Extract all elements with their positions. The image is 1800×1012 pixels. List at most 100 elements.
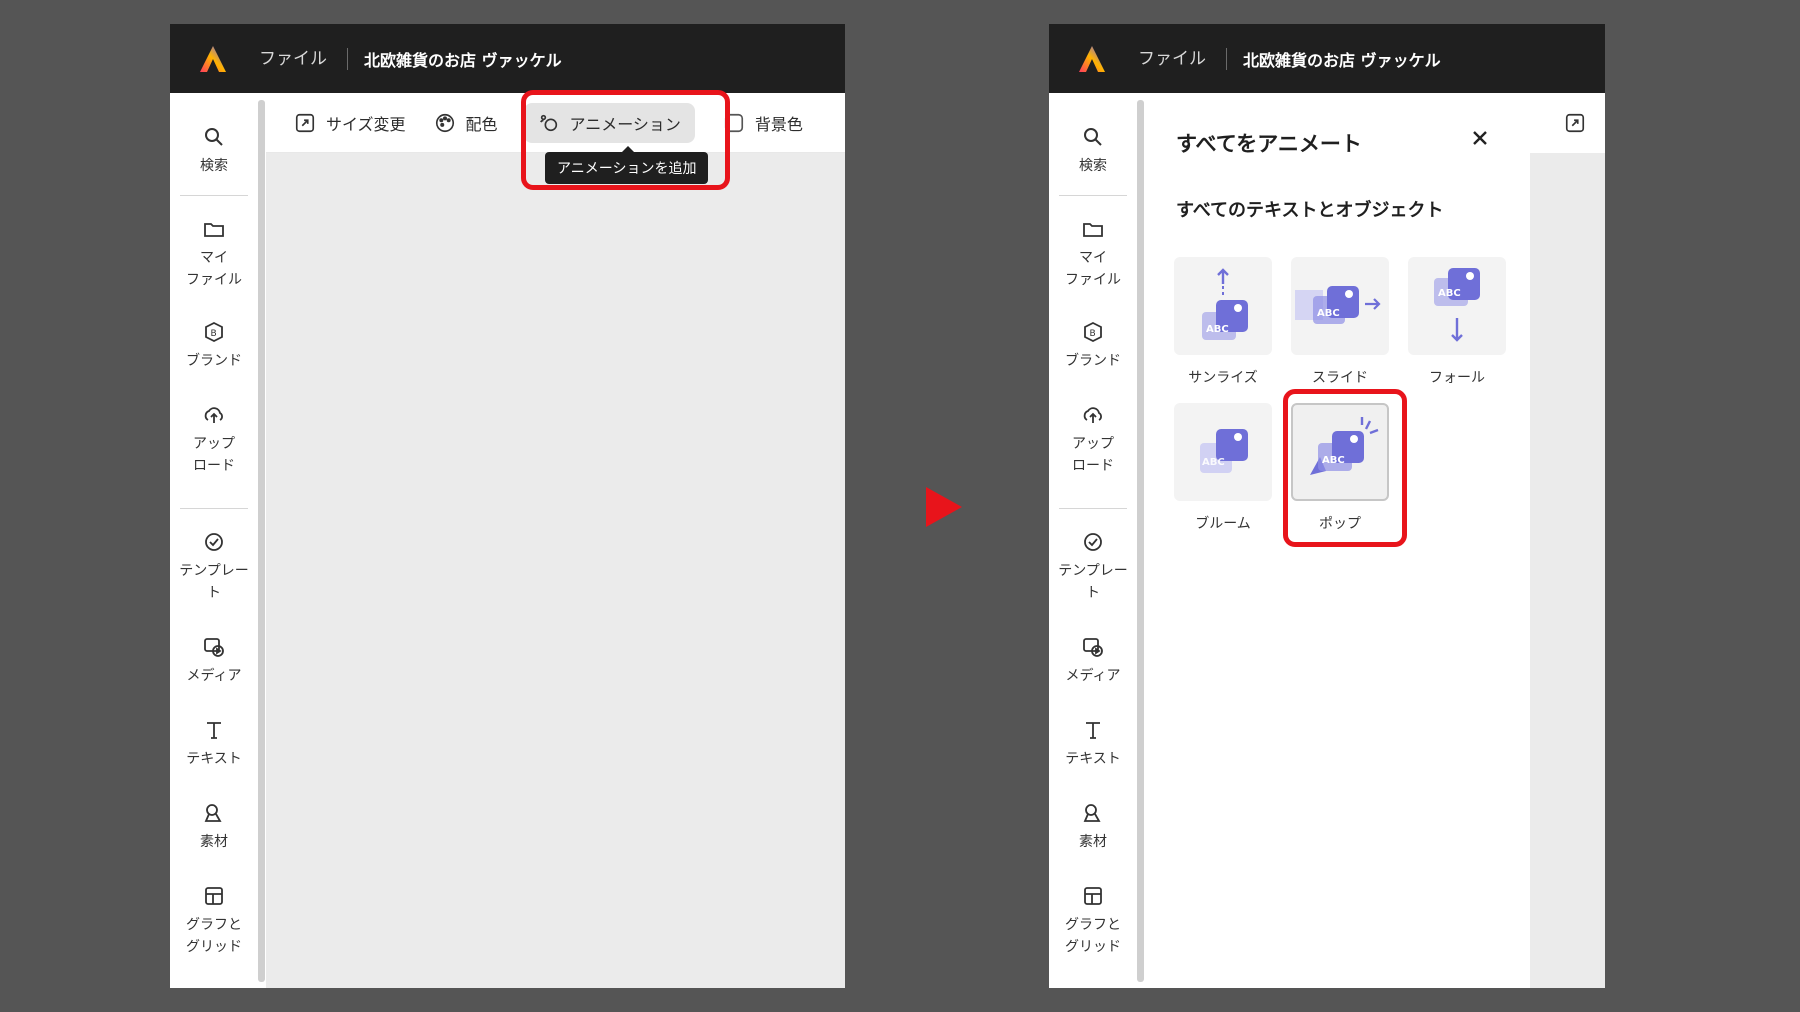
animation-option-sunrise[interactable]: ABC サンライズ	[1174, 257, 1272, 387]
sidebar-item-grids[interactable]: グラフと グリッド	[1049, 884, 1137, 958]
animation-thumbnail: ABC	[1408, 257, 1506, 355]
elements-icon	[1083, 804, 1101, 822]
svg-text:ABC: ABC	[1317, 308, 1340, 319]
palette-icon	[435, 113, 454, 132]
option-name: サンライズ	[1188, 370, 1258, 386]
sidebar-label: テキスト	[186, 751, 242, 767]
screen-before: ファイル 北欧雑貨のお店 ヴァッケル 検索 マイ ファイル B ブランド アップ…	[170, 24, 845, 988]
option-name: スライド	[1312, 370, 1368, 386]
app-header: ファイル 北欧雑貨のお店 ヴァッケル	[1049, 24, 1605, 93]
animate-all-panel: すべてをアニメート すべてのテキストとオブジェクト ABC サンライズ ABC …	[1145, 93, 1530, 988]
app-header: ファイル 北欧雑貨のお店 ヴァッケル	[170, 24, 845, 93]
grid-icon	[205, 887, 223, 905]
sidebar-scrollbar[interactable]	[258, 100, 265, 982]
animation-option-slide[interactable]: ABC スライド	[1291, 257, 1389, 387]
animation-option-fall[interactable]: ABC フォール	[1408, 257, 1506, 387]
background-color-button[interactable]: 背景色	[723, 111, 803, 135]
document-title[interactable]: 北欧雑貨のお店 ヴァッケル	[364, 47, 562, 71]
highlight-box	[1283, 389, 1407, 547]
sidebar-divider	[180, 195, 248, 196]
file-menu[interactable]: ファイル	[259, 47, 348, 70]
sidebar-label: ブランド	[1065, 353, 1121, 369]
svg-text:ABC: ABC	[1202, 457, 1225, 468]
sunrise-animation-icon: ABC	[1202, 268, 1248, 340]
design-canvas[interactable]	[1530, 93, 1605, 988]
resize-icon	[295, 113, 315, 132]
template-icon	[205, 533, 223, 551]
sidebar-item-my-files[interactable]: マイ ファイル	[1049, 217, 1137, 291]
folder-icon	[204, 223, 224, 237]
resize-icon[interactable]	[1564, 112, 1586, 134]
highlight-box	[521, 90, 730, 190]
media-icon	[1083, 638, 1103, 657]
bloom-animation-icon: ABC	[1200, 429, 1248, 473]
resize-label: サイズ変更	[326, 114, 406, 134]
sidebar-label: メディア	[1065, 668, 1121, 684]
sidebar-divider	[1059, 195, 1127, 196]
sidebar-label: テンプレー ト	[1058, 563, 1128, 601]
upload-icon	[204, 407, 223, 423]
brand-icon: B	[1084, 321, 1102, 343]
app-logo-icon[interactable]	[197, 43, 229, 75]
text-icon	[207, 722, 221, 739]
option-name: ブルーム	[1195, 516, 1251, 532]
sidebar-item-templates[interactable]: テンプレー ト	[1049, 530, 1137, 604]
sidebar-item-elements[interactable]: 素材	[170, 801, 258, 853]
svg-text:B: B	[211, 329, 217, 339]
sidebar-item-text[interactable]: テキスト	[1049, 718, 1137, 770]
sidebar-label: グラフと グリッド	[186, 917, 242, 955]
sidebar-label: グラフと グリッド	[1065, 917, 1121, 955]
close-icon[interactable]	[1468, 126, 1492, 150]
app-logo-icon[interactable]	[1076, 43, 1108, 75]
option-name: フォール	[1429, 370, 1485, 386]
sidebar-divider	[1059, 508, 1127, 509]
left-sidebar: 検索 マイ ファイル B ブランド アップ ロード テンプレー ト メディア テ…	[170, 93, 258, 988]
sidebar-item-brand[interactable]: B ブランド	[170, 320, 258, 372]
elements-icon	[204, 804, 222, 822]
svg-text:ABC: ABC	[1438, 288, 1461, 299]
sidebar-label: 検索	[200, 158, 228, 174]
text-icon	[1086, 722, 1100, 739]
sidebar-label: ブランド	[186, 353, 242, 369]
sidebar-scrollbar[interactable]	[1137, 100, 1144, 982]
left-sidebar: 検索 マイ ファイル B ブランド アップ ロード テンプレー ト メディア テ…	[1049, 93, 1137, 988]
panel-subtitle: すべてのテキストとオブジェクト	[1176, 200, 1444, 221]
sidebar-item-brand[interactable]: B ブランド	[1049, 320, 1137, 372]
file-menu[interactable]: ファイル	[1138, 47, 1227, 70]
sidebar-label: 検索	[1079, 158, 1107, 174]
grid-icon	[1084, 887, 1102, 905]
sidebar-item-media[interactable]: メディア	[170, 635, 258, 687]
design-canvas[interactable]	[266, 93, 845, 988]
sidebar-item-search[interactable]: 検索	[170, 125, 258, 177]
sidebar-item-media[interactable]: メディア	[1049, 635, 1137, 687]
sidebar-item-search[interactable]: 検索	[1049, 125, 1137, 177]
search-icon	[1084, 128, 1102, 146]
sidebar-item-my-files[interactable]: マイ ファイル	[170, 217, 258, 291]
sidebar-item-upload[interactable]: アップ ロード	[1049, 403, 1137, 477]
animation-option-bloom[interactable]: ABC ブルーム	[1174, 403, 1272, 533]
media-icon	[204, 638, 224, 657]
sidebar-divider	[180, 508, 248, 509]
step-arrow-icon	[926, 487, 962, 527]
sidebar-item-elements[interactable]: 素材	[1049, 801, 1137, 853]
template-icon	[1084, 533, 1102, 551]
svg-text:B: B	[1090, 329, 1096, 339]
animation-thumbnail: ABC	[1174, 257, 1272, 355]
sidebar-item-text[interactable]: テキスト	[170, 718, 258, 770]
sidebar-label: アップ ロード	[193, 436, 235, 474]
sidebar-item-grids[interactable]: グラフと グリッド	[170, 884, 258, 958]
search-icon	[205, 128, 223, 146]
sidebar-label: マイ ファイル	[1065, 250, 1121, 288]
animation-thumbnail: ABC	[1291, 257, 1389, 355]
brand-icon: B	[205, 321, 223, 343]
sidebar-item-upload[interactable]: アップ ロード	[170, 403, 258, 477]
colors-label: 配色	[465, 114, 498, 134]
resize-button[interactable]: サイズ変更	[294, 111, 406, 135]
sidebar-item-templates[interactable]: テンプレー ト	[170, 530, 258, 604]
colors-button[interactable]: 配色	[434, 111, 498, 135]
sidebar-label: テキスト	[1065, 751, 1121, 767]
panel-title: すべてをアニメート	[1176, 132, 1362, 156]
folder-icon	[1083, 223, 1103, 237]
svg-text:ABC: ABC	[1206, 324, 1229, 335]
document-title[interactable]: 北欧雑貨のお店 ヴァッケル	[1243, 47, 1441, 71]
